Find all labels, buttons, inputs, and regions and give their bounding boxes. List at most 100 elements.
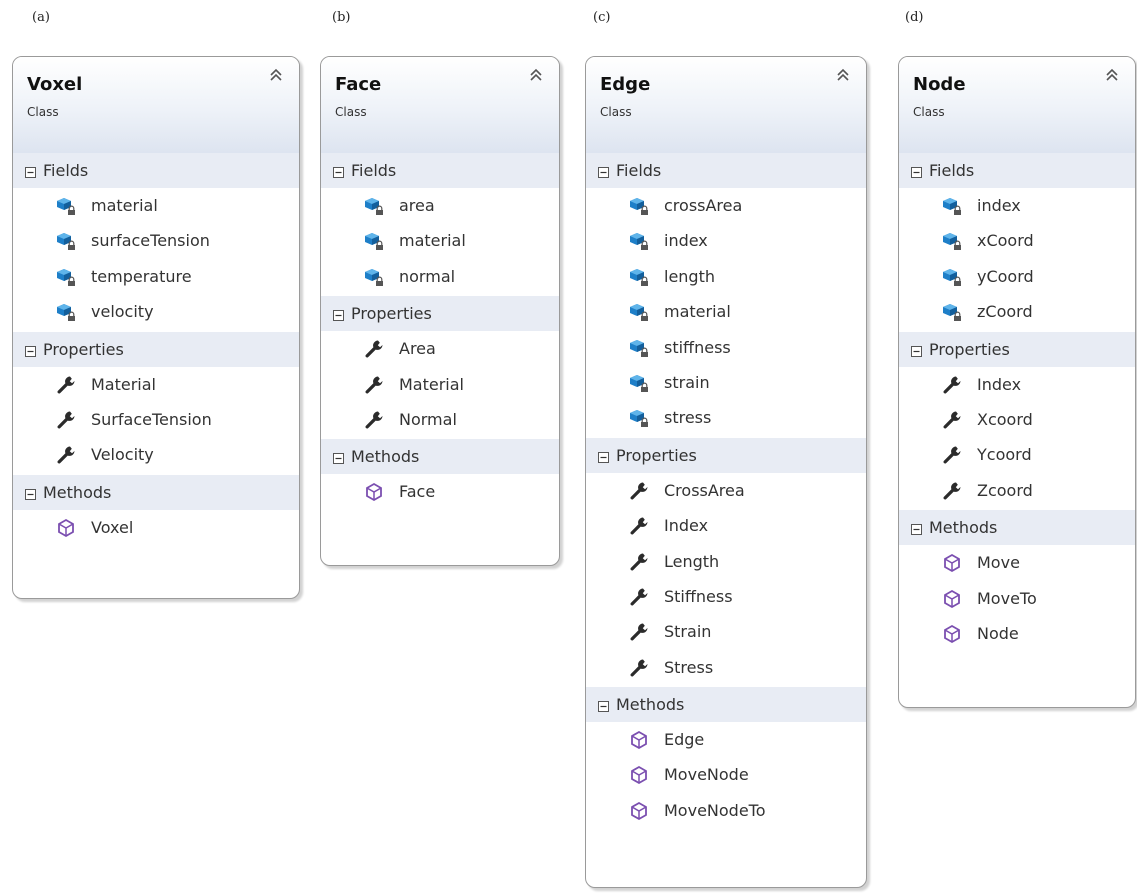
member-name: strain — [664, 372, 710, 392]
minus-box-icon[interactable] — [25, 485, 36, 500]
method-member: Voxel — [13, 511, 299, 546]
minus-box-icon[interactable] — [25, 342, 36, 357]
section-header-methods[interactable]: Methods — [321, 439, 559, 475]
member-name: Stiffness — [664, 586, 733, 606]
field-icon — [363, 266, 385, 288]
field-member: strain — [586, 366, 866, 401]
minus-box-icon[interactable] — [598, 163, 609, 178]
section-label: Properties — [616, 445, 697, 465]
collapse-chevrons-icon[interactable] — [529, 67, 543, 83]
method-cube-icon — [628, 729, 650, 751]
section-items: area material normal — [321, 188, 559, 296]
class-card-edge: Edge Class Fields crossArea index length mater… — [585, 56, 867, 888]
class-header: Face Class — [321, 57, 559, 153]
section-header-methods[interactable]: Methods — [899, 510, 1135, 546]
field-icon — [628, 230, 650, 252]
property-wrench-icon — [628, 657, 650, 679]
member-name: stress — [664, 408, 712, 428]
class-header: Node Class — [899, 57, 1135, 153]
property-wrench-icon — [628, 621, 650, 643]
section-header-fields[interactable]: Fields — [13, 153, 299, 188]
section-items: crossArea index length material stiffness str… — [586, 188, 866, 438]
class-name: Face — [335, 74, 382, 95]
property-wrench-icon — [55, 444, 77, 466]
section-header-properties[interactable]: Properties — [321, 296, 559, 332]
property-member: Xcoord — [899, 403, 1135, 438]
property-member: Material — [321, 368, 559, 403]
property-member: Ycoord — [899, 438, 1135, 473]
property-member: SurfaceTension — [13, 403, 299, 438]
class-kind-label: Class — [913, 105, 945, 119]
member-name: Node — [977, 623, 1019, 643]
section-header-fields[interactable]: Fields — [899, 153, 1135, 188]
section-header-properties[interactable]: Properties — [13, 331, 299, 367]
section-items: Index Xcoord Ycoord Zcoord — [899, 367, 1135, 511]
member-name: temperature — [91, 266, 192, 286]
panel-label-c: (c) — [593, 10, 611, 25]
property-wrench-icon — [628, 515, 650, 537]
property-member: CrossArea — [586, 474, 866, 509]
method-member: Node — [899, 617, 1135, 652]
collapse-chevrons-icon[interactable] — [836, 67, 850, 83]
section-header-methods[interactable]: Methods — [13, 474, 299, 510]
class-card-face: Face Class Fields area material normal Propert… — [320, 56, 560, 566]
field-member: stress — [586, 401, 866, 436]
section-items: Face — [321, 474, 559, 511]
minus-box-icon[interactable] — [598, 697, 609, 713]
section-label: Properties — [929, 339, 1010, 359]
field-member: length — [586, 260, 866, 295]
member-name: Material — [399, 374, 464, 394]
section-label: Fields — [43, 161, 89, 180]
property-wrench-icon — [55, 409, 77, 431]
class-kind-label: Class — [27, 105, 59, 119]
member-name: Ycoord — [977, 445, 1032, 465]
collapse-chevrons-icon[interactable] — [269, 67, 283, 83]
method-cube-icon — [941, 623, 963, 645]
class-header: Edge Class — [586, 57, 866, 153]
minus-box-icon[interactable] — [911, 163, 922, 178]
field-icon — [363, 230, 385, 252]
method-cube-icon — [55, 517, 77, 539]
member-name: index — [664, 231, 708, 251]
class-header: Voxel Class — [13, 57, 299, 153]
member-name: normal — [399, 266, 456, 286]
class-name: Node — [913, 74, 966, 95]
property-member: Normal — [321, 403, 559, 438]
member-name: Length — [664, 551, 720, 571]
collapse-chevrons-icon[interactable] — [1105, 67, 1119, 83]
panel-label-a: (a) — [32, 10, 50, 25]
minus-box-icon[interactable] — [333, 306, 344, 322]
field-icon — [628, 266, 650, 288]
minus-box-icon[interactable] — [333, 449, 344, 465]
minus-box-icon[interactable] — [25, 163, 36, 178]
field-icon — [628, 372, 650, 394]
field-member: material — [321, 224, 559, 259]
minus-box-icon[interactable] — [911, 520, 922, 536]
member-name: material — [91, 196, 158, 215]
section-header-fields[interactable]: Fields — [586, 153, 866, 188]
field-icon — [628, 195, 650, 217]
member-name: MoveNodeTo — [664, 800, 766, 820]
member-name: index — [977, 196, 1021, 215]
member-name: crossArea — [664, 196, 743, 215]
property-member: Area — [321, 332, 559, 367]
member-name: Strain — [664, 622, 712, 642]
minus-box-icon[interactable] — [911, 342, 922, 357]
field-member: xCoord — [899, 224, 1135, 259]
member-name: Move — [977, 553, 1020, 573]
minus-box-icon[interactable] — [333, 163, 344, 178]
member-name: Stress — [664, 657, 714, 677]
section-header-properties[interactable]: Properties — [586, 437, 866, 473]
section-label: Properties — [43, 339, 124, 359]
member-name: Voxel — [91, 517, 134, 537]
method-member: Edge — [586, 723, 866, 758]
section-header-properties[interactable]: Properties — [899, 331, 1135, 367]
property-wrench-icon — [628, 480, 650, 502]
section-header-methods[interactable]: Methods — [586, 687, 866, 723]
property-wrench-icon — [363, 338, 385, 360]
section-header-fields[interactable]: Fields — [321, 153, 559, 188]
section-label: Methods — [43, 482, 112, 502]
member-name: Xcoord — [977, 409, 1033, 429]
minus-box-icon[interactable] — [598, 448, 609, 463]
field-icon — [941, 195, 963, 217]
